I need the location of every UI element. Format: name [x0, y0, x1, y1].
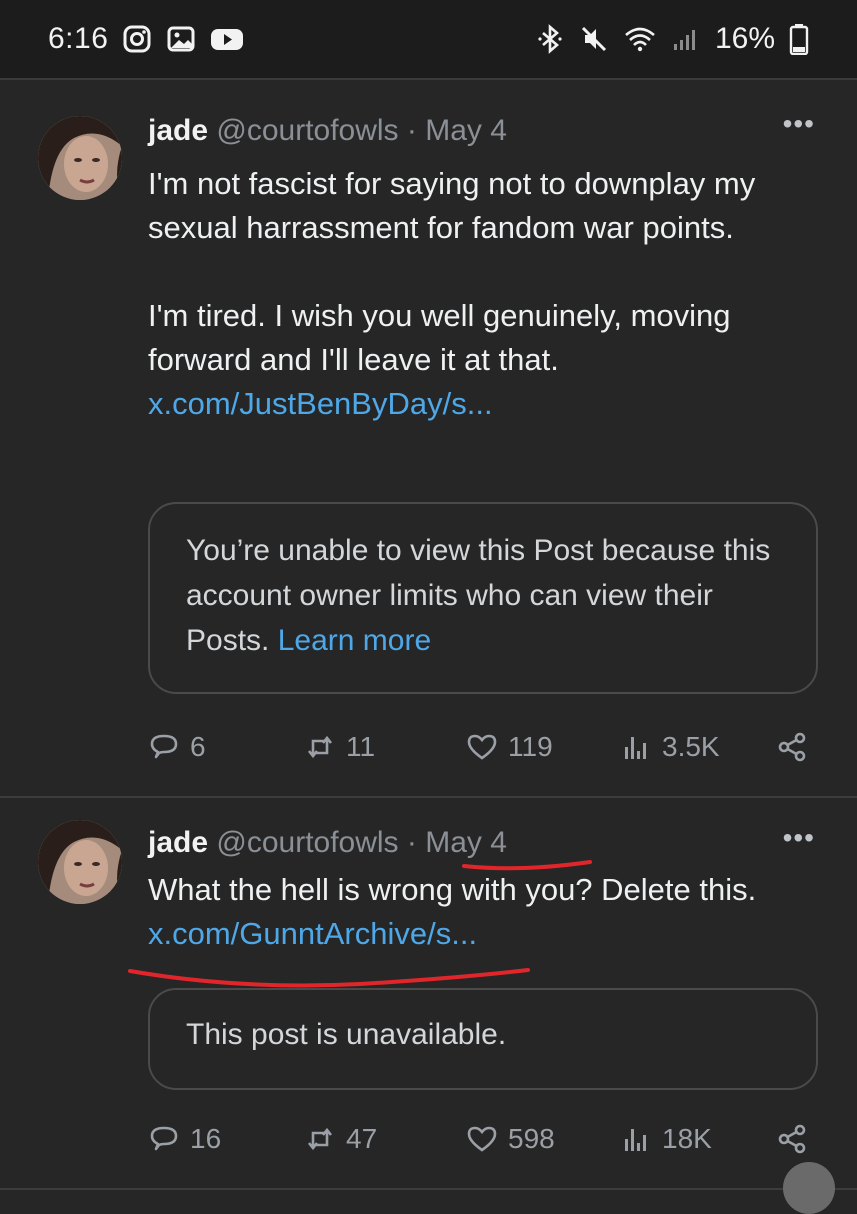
- avatar-image: [38, 820, 122, 904]
- share-button[interactable]: [776, 731, 808, 763]
- repost-count: 11: [346, 731, 376, 762]
- repost-button[interactable]: 47: [304, 1123, 466, 1155]
- views-icon: [625, 1129, 646, 1151]
- instagram-icon: [123, 25, 151, 53]
- reply-icon: [150, 1126, 178, 1151]
- like-button[interactable]: 598: [466, 1123, 620, 1155]
- action-bar: 16 47 598 18K: [148, 1114, 828, 1164]
- author-handle[interactable]: @courtofowls: [216, 114, 398, 147]
- learn-more-link[interactable]: Learn more: [278, 624, 431, 657]
- reply-icon: [150, 734, 178, 759]
- reply-count: 6: [190, 731, 206, 762]
- author-handle[interactable]: @courtofowls: [216, 826, 398, 859]
- like-count: 598: [508, 1123, 555, 1154]
- wifi-icon: [625, 27, 655, 52]
- action-bar: 6 11 119 3.5K: [148, 722, 828, 772]
- like-button[interactable]: 119: [466, 731, 620, 763]
- views-count: 3.5K: [662, 731, 720, 762]
- signal-icon: [673, 30, 695, 50]
- battery-percent: 16%: [714, 22, 775, 55]
- header-separator: ·: [406, 114, 417, 147]
- views-button[interactable]: 3.5K: [620, 731, 776, 763]
- post-date[interactable]: May 4: [425, 826, 507, 859]
- reply-count: 16: [190, 1123, 222, 1154]
- heart-icon: [467, 1126, 497, 1152]
- post-paragraph: I'm tired. I wish you well genuinely, mo…: [148, 298, 731, 377]
- repost-icon: [307, 1127, 333, 1151]
- status-right: 16%: [535, 22, 809, 56]
- repost-icon: [307, 735, 333, 759]
- repost-button[interactable]: 11: [304, 731, 466, 763]
- quoted-post-card[interactable]: You’re unable to view this Post because …: [148, 502, 818, 694]
- views-count: 18K: [662, 1123, 712, 1154]
- author-name[interactable]: jade: [148, 114, 208, 147]
- post-paragraph: I'm not fascist for saying not to downpl…: [148, 166, 756, 245]
- battery-icon: [789, 24, 809, 55]
- more-options-icon[interactable]: •••: [783, 822, 815, 854]
- share-icon: [778, 1124, 806, 1154]
- card-text: You’re unable to view this Post because …: [186, 534, 771, 657]
- like-count: 119: [508, 731, 553, 762]
- mute-icon: [581, 26, 607, 52]
- post-text: What the hell is wrong with you? Delete …: [148, 868, 828, 956]
- post-text: I'm not fascist for saying not to downpl…: [148, 162, 828, 426]
- quoted-post-card[interactable]: This post is unavailable.: [148, 988, 818, 1090]
- bluetooth-icon: [538, 24, 562, 54]
- post[interactable]: jade @courtofowls · May 4 ••• I'm not fa…: [0, 82, 857, 798]
- heart-icon: [467, 734, 497, 760]
- avatar-image: [38, 116, 122, 200]
- post-paragraph: What the hell is wrong with you? Delete …: [148, 872, 757, 907]
- post[interactable]: jade @courtofowls · May 4 ••• What the h…: [0, 800, 857, 1214]
- share-button[interactable]: [776, 1123, 808, 1155]
- post-link[interactable]: x.com/GunntArchive/s...: [148, 912, 828, 956]
- more-options-icon[interactable]: •••: [783, 108, 815, 140]
- views-icon: [625, 737, 646, 759]
- avatar[interactable]: [38, 820, 122, 904]
- author-name[interactable]: jade: [148, 826, 208, 859]
- reply-button[interactable]: 16: [148, 1123, 304, 1155]
- status-left: 6:16: [48, 22, 244, 56]
- card-text: This post is unavailable.: [186, 1018, 507, 1051]
- header-separator: ·: [406, 826, 417, 859]
- gallery-icon: [167, 26, 195, 52]
- share-icon: [778, 732, 806, 762]
- youtube-icon: [211, 29, 244, 50]
- post-date[interactable]: May 4: [425, 114, 507, 147]
- status-time: 6:16: [48, 22, 109, 55]
- post-header: jade @courtofowls · May 4: [148, 114, 507, 148]
- views-button[interactable]: 18K: [620, 1123, 776, 1155]
- repost-count: 47: [346, 1123, 378, 1154]
- post-link[interactable]: x.com/JustBenByDay/s...: [148, 382, 828, 426]
- avatar[interactable]: [38, 116, 122, 200]
- status-bar: 6:16 16%: [0, 0, 857, 80]
- post-header: jade @courtofowls · May 4: [148, 826, 507, 860]
- floating-button-edge[interactable]: [783, 1162, 835, 1214]
- reply-button[interactable]: 6: [148, 731, 304, 763]
